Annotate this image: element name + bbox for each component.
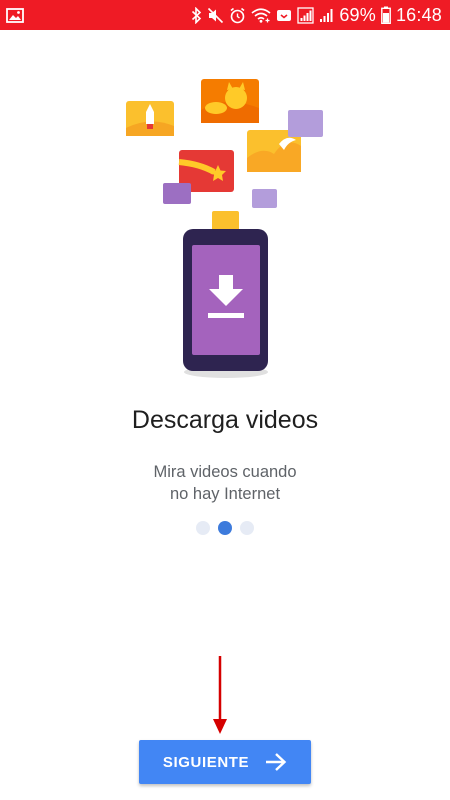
- rocket-card: [126, 101, 174, 136]
- battery-percent: 69%: [339, 4, 376, 25]
- page-indicator: [0, 521, 450, 535]
- bluetooth-icon: [191, 6, 202, 24]
- page-dot: [240, 521, 254, 535]
- onboarding-title: Descarga videos: [131, 406, 319, 434]
- battery-icon: [381, 6, 391, 24]
- status-bar-right: 69% 16:48: [191, 5, 442, 26]
- cast-icon: [276, 8, 292, 23]
- alarm-icon: [229, 7, 246, 24]
- wifi-icon: [251, 7, 271, 23]
- next-button[interactable]: SIGUIENTE: [139, 740, 311, 784]
- gallery-notification-icon: [6, 7, 24, 23]
- download-illustration: [0, 60, 450, 390]
- signal-icon: [319, 7, 334, 24]
- purple-tile: [163, 183, 191, 204]
- yellow-tile: [212, 211, 239, 231]
- purple-tile: [288, 110, 323, 137]
- mute-icon: [207, 7, 224, 24]
- purple-tile: [252, 189, 277, 208]
- annotation-arrow: [213, 656, 227, 734]
- clock: 16:48: [395, 4, 442, 25]
- onboarding-subtitle: Mira videos cuando no hay Internet: [0, 461, 450, 505]
- signal-icon: [297, 6, 314, 24]
- page-dot: [196, 521, 210, 535]
- subtitle-line-2: no hay Internet: [169, 485, 281, 503]
- cat-card: [201, 79, 259, 123]
- status-bar-left: [6, 7, 24, 23]
- subtitle-line-1: Mira videos cuando: [153, 463, 297, 481]
- page-dot-active: [218, 521, 232, 535]
- next-button-label: SIGUIENTE: [162, 753, 250, 771]
- arrow-right-icon: [265, 752, 287, 772]
- status-bar: 69% 16:48: [0, 0, 450, 30]
